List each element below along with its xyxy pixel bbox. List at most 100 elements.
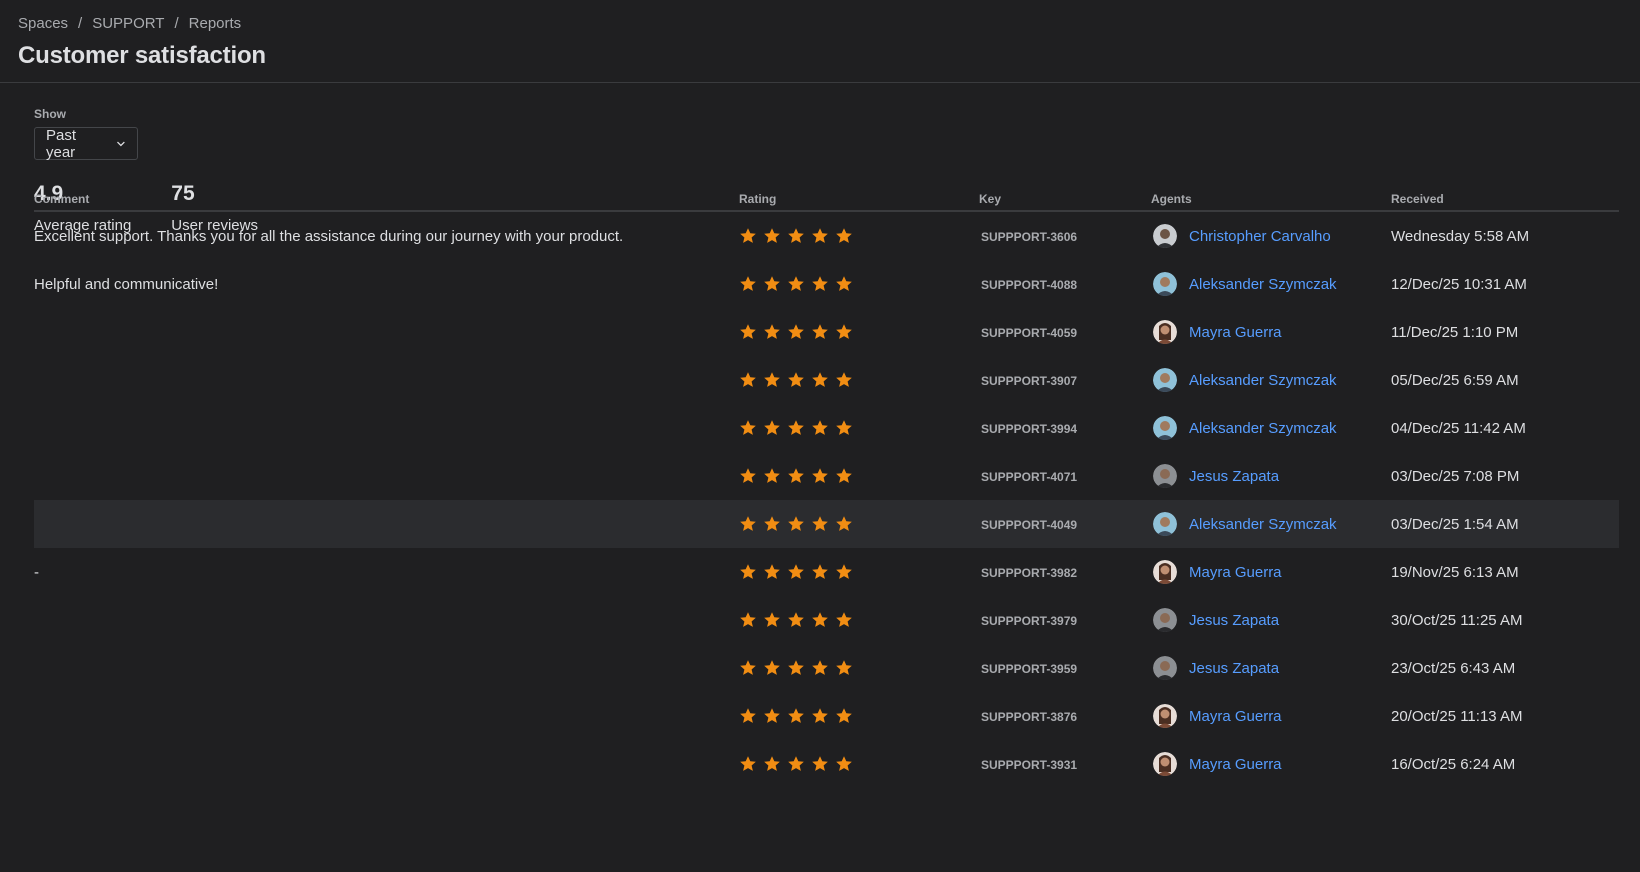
- agent-link[interactable]: Mayra Guerra: [1189, 324, 1282, 341]
- star-rating: [739, 515, 979, 533]
- avatar[interactable]: [1153, 272, 1177, 296]
- star-icon: [812, 708, 828, 723]
- key-cell: SUPPPORT-3606: [979, 228, 1151, 245]
- avatar[interactable]: [1153, 320, 1177, 344]
- star-icon: [812, 228, 828, 243]
- table-row[interactable]: SUPPPORT-4049 Aleksander Szymczak 03/Dec/2…: [34, 500, 1619, 548]
- column-header-comment[interactable]: Comment: [34, 192, 739, 206]
- issue-key-link[interactable]: SUPPPORT-4049: [981, 518, 1077, 532]
- column-header-agents[interactable]: Agents: [1151, 192, 1391, 206]
- star-icon: [764, 708, 780, 723]
- star-icon: [788, 564, 804, 579]
- avatar[interactable]: [1153, 368, 1177, 392]
- star-icon: [764, 468, 780, 483]
- star-icon: [836, 756, 852, 771]
- avatar[interactable]: [1153, 416, 1177, 440]
- issue-key-link[interactable]: SUPPPORT-4071: [981, 470, 1077, 484]
- star-icon: [836, 516, 852, 531]
- table-row[interactable]: SUPPPORT-3876 Mayra Guerra 20/Oct/25 11:13…: [34, 692, 1619, 740]
- issue-key-link[interactable]: SUPPPORT-3982: [981, 566, 1077, 580]
- avatar[interactable]: [1153, 608, 1177, 632]
- table-row[interactable]: SUPPPORT-3907 Aleksander Szymczak 05/Dec/2…: [34, 356, 1619, 404]
- rating-cell: [739, 659, 979, 677]
- issue-key-link[interactable]: SUPPPORT-4059: [981, 326, 1077, 340]
- issue-key-link[interactable]: SUPPPORT-3979: [981, 614, 1077, 628]
- agent-link[interactable]: Aleksander Szymczak: [1189, 420, 1337, 437]
- agent-cell: Jesus Zapata: [1151, 656, 1391, 680]
- star-rating: [739, 323, 979, 341]
- table-row[interactable]: SUPPPORT-4071 Jesus Zapata 03/Dec/25 7:08 …: [34, 452, 1619, 500]
- received-cell: 03/Dec/25 1:54 AM: [1391, 515, 1519, 533]
- star-icon: [740, 756, 756, 771]
- table-body: Excellent support. Thanks you for all th…: [34, 212, 1619, 788]
- breadcrumb-support[interactable]: SUPPORT: [92, 15, 164, 32]
- column-header-rating[interactable]: Rating: [739, 192, 979, 206]
- star-icon: [764, 228, 780, 243]
- star-icon: [788, 516, 804, 531]
- breadcrumb-spaces[interactable]: Spaces: [18, 15, 68, 32]
- agent-link[interactable]: Aleksander Szymczak: [1189, 276, 1337, 293]
- table-row[interactable]: SUPPPORT-3994 Aleksander Szymczak 04/Dec/2…: [34, 404, 1619, 452]
- rating-cell: [739, 515, 979, 533]
- chevron-down-icon: [117, 141, 125, 146]
- table-row[interactable]: SUPPPORT-3979 Jesus Zapata 30/Oct/25 11:25…: [34, 596, 1619, 644]
- issue-key-link[interactable]: SUPPPORT-3876: [981, 710, 1077, 724]
- agent-cell: Aleksander Szymczak: [1151, 416, 1391, 440]
- agent-link[interactable]: Jesus Zapata: [1189, 612, 1279, 629]
- period-select-value: Past year: [46, 126, 77, 161]
- table-row[interactable]: - SUPPPORT-3982 Mayra Guerra 19/Nov/25 6:13…: [34, 548, 1619, 596]
- table-row[interactable]: SUPPPORT-3959 Jesus Zapata 23/Oct/25 6:43 …: [34, 644, 1619, 692]
- avatar[interactable]: [1153, 704, 1177, 728]
- star-icon: [740, 468, 756, 483]
- rating-cell: [739, 227, 979, 245]
- breadcrumb-reports[interactable]: Reports: [189, 15, 242, 32]
- received-cell: 11/Dec/25 1:10 PM: [1391, 323, 1519, 341]
- breadcrumb: Spaces / SUPPORT / Reports: [18, 14, 1640, 32]
- agent-link[interactable]: Aleksander Szymczak: [1189, 372, 1337, 389]
- table-row[interactable]: Excellent support. Thanks you for all th…: [34, 212, 1619, 260]
- avatar[interactable]: [1153, 656, 1177, 680]
- star-rating: [739, 467, 979, 485]
- received-cell: 23/Oct/25 6:43 AM: [1391, 659, 1516, 677]
- rating-cell: [739, 467, 979, 485]
- period-select[interactable]: Past year: [34, 126, 138, 161]
- avatar[interactable]: [1153, 752, 1177, 776]
- agent-link[interactable]: Aleksander Szymczak: [1189, 516, 1337, 533]
- star-icon: [812, 756, 828, 771]
- table-row[interactable]: SUPPPORT-3931 Mayra Guerra 16/Oct/25 6:24 …: [34, 740, 1619, 788]
- issue-key-link[interactable]: SUPPPORT-3606: [981, 230, 1077, 244]
- star-icon: [812, 660, 828, 675]
- table-row[interactable]: Helpful and communicative! SUPPPORT-4088 A…: [34, 260, 1619, 308]
- reviews-table: Comment Rating Key Agents Received Excel…: [34, 192, 1619, 788]
- star-icon: [740, 276, 756, 291]
- star-icon: [836, 564, 852, 579]
- rating-cell: [739, 323, 979, 341]
- issue-key-link[interactable]: SUPPPORT-3959: [981, 662, 1077, 676]
- agent-link[interactable]: Christopher Carvalho: [1189, 228, 1331, 245]
- agent-cell: Aleksander Szymczak: [1151, 272, 1391, 296]
- star-icon: [788, 276, 804, 291]
- star-icon: [740, 564, 756, 579]
- issue-key-link[interactable]: SUPPPORT-3931: [981, 758, 1077, 772]
- table-row[interactable]: SUPPPORT-4059 Mayra Guerra 11/Dec/25 1:10 …: [34, 308, 1619, 356]
- issue-key-link[interactable]: SUPPPORT-3907: [981, 374, 1077, 388]
- breadcrumb-separator: /: [78, 14, 83, 32]
- avatar[interactable]: [1153, 224, 1177, 248]
- agent-link[interactable]: Jesus Zapata: [1189, 660, 1279, 677]
- column-header-received[interactable]: Received: [1391, 192, 1619, 206]
- agent-link[interactable]: Mayra Guerra: [1189, 564, 1282, 581]
- key-cell: SUPPPORT-3994: [979, 420, 1151, 437]
- star-icon: [764, 372, 780, 387]
- agent-link[interactable]: Mayra Guerra: [1189, 756, 1282, 773]
- column-header-key[interactable]: Key: [979, 192, 1151, 206]
- issue-key-link[interactable]: SUPPPORT-4088: [981, 278, 1077, 292]
- star-icon: [740, 516, 756, 531]
- avatar[interactable]: [1153, 464, 1177, 488]
- issue-key-link[interactable]: SUPPPORT-3994: [981, 422, 1077, 436]
- avatar[interactable]: [1153, 560, 1177, 584]
- star-icon: [764, 420, 780, 435]
- agent-link[interactable]: Jesus Zapata: [1189, 468, 1279, 485]
- avatar[interactable]: [1153, 512, 1177, 536]
- agent-link[interactable]: Mayra Guerra: [1189, 708, 1282, 725]
- received-cell: 03/Dec/25 7:08 PM: [1391, 467, 1520, 485]
